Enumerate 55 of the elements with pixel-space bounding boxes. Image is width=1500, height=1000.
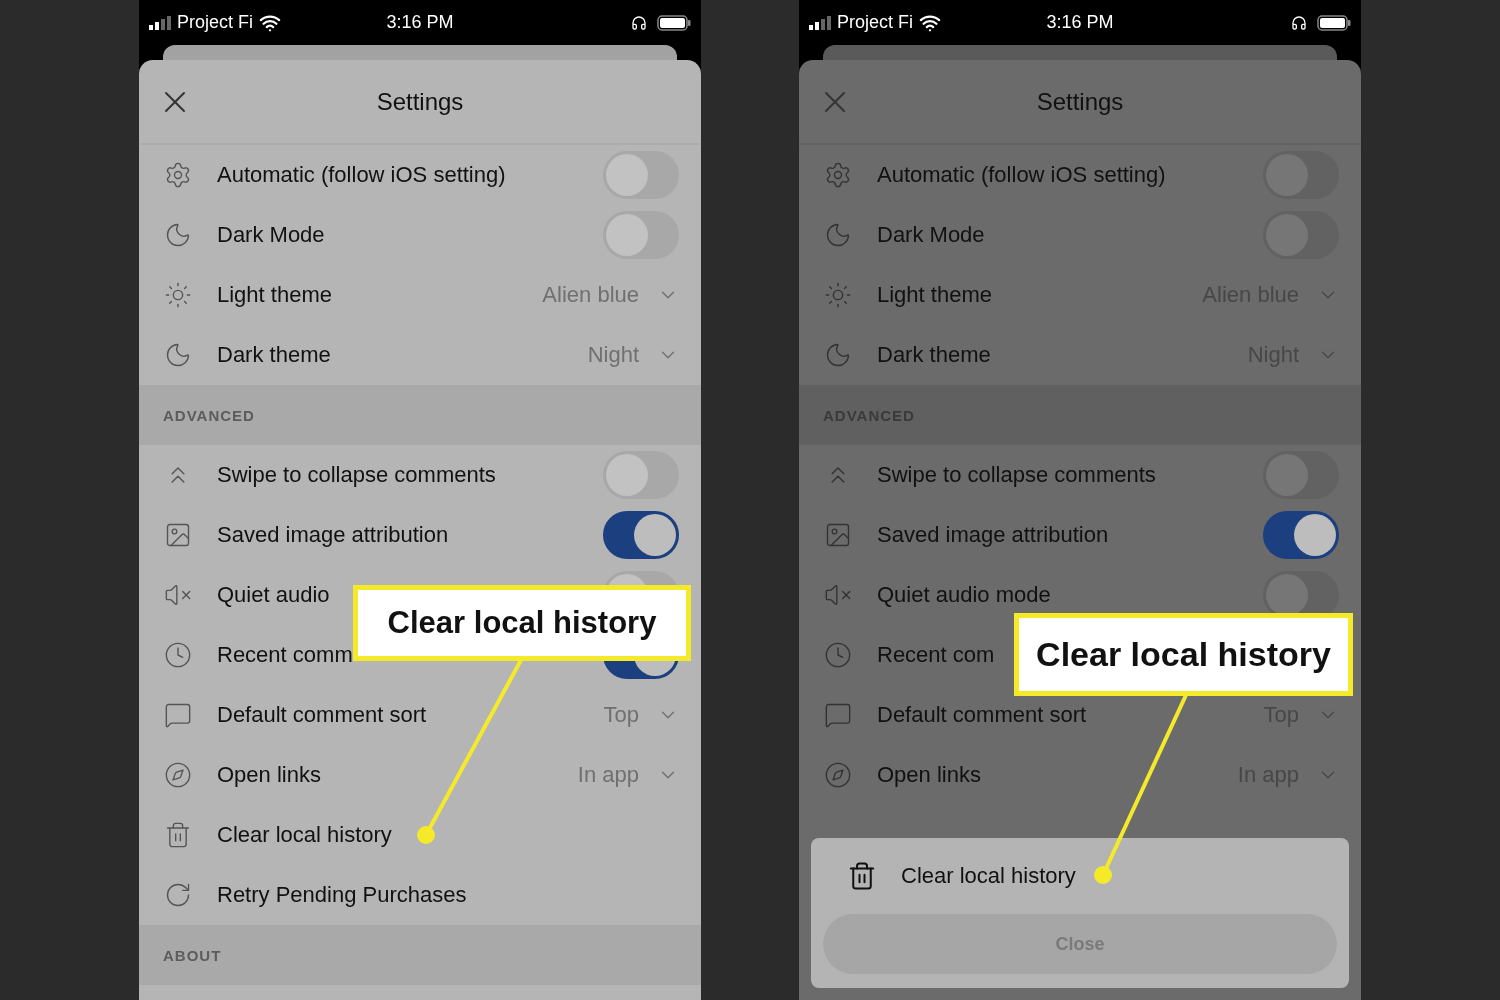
- headphones-icon: [1291, 14, 1307, 31]
- toggle-switch[interactable]: [603, 511, 679, 559]
- setting-label: Light theme: [877, 282, 992, 308]
- toggle-switch[interactable]: [603, 211, 679, 259]
- setting-label: Dark theme: [877, 342, 991, 368]
- clock-icon: [823, 640, 853, 670]
- sheet-title: Settings: [1036, 87, 1124, 116]
- status-time: 3:16 PM: [1046, 12, 1114, 33]
- setting-label: Default comment sort: [877, 702, 1087, 728]
- setting-label: Open links: [217, 762, 321, 788]
- battery-icon: [1317, 14, 1351, 31]
- clock-icon: [163, 640, 193, 670]
- section-header: ADVANCED: [139, 385, 701, 445]
- signal-icon: [809, 15, 831, 30]
- setting-label: Quiet audio: [217, 582, 330, 608]
- section-header: ABOUT: [139, 925, 701, 985]
- carrier-name: Project Fi: [837, 12, 914, 33]
- setting-label: Open links: [877, 762, 981, 788]
- toggle-switch[interactable]: [603, 151, 679, 199]
- sun-icon: [823, 280, 853, 310]
- carrier-name: Project Fi: [177, 12, 254, 33]
- setting-label: Saved image attribution: [217, 522, 449, 548]
- callout-tooltip: Clear local history: [353, 585, 691, 661]
- setting-label: Dark theme: [217, 342, 331, 368]
- dropdown[interactable]: Top: [603, 702, 679, 728]
- setting-label: Saved image attribution: [877, 522, 1109, 548]
- sheet-title: Settings: [376, 87, 464, 116]
- signal-icon: [149, 15, 171, 30]
- setting-label: Swipe to collapse comments: [217, 462, 496, 488]
- compass-icon: [823, 760, 853, 790]
- status-time: 3:16 PM: [386, 12, 454, 33]
- setting-label[interactable]: Recent com: [877, 642, 995, 668]
- setting-label: Dark Mode: [217, 222, 325, 248]
- setting-label: Recent comm: [217, 642, 353, 668]
- toggle-switch[interactable]: [603, 451, 679, 499]
- setting-label: Automatic (follow iOS setting): [217, 162, 506, 188]
- trash-icon: [847, 861, 877, 891]
- setting-label[interactable]: Clear local history: [217, 822, 392, 848]
- callout-tooltip: Clear local history: [1014, 613, 1353, 696]
- setting-label: Swipe to collapse comments: [877, 462, 1156, 488]
- toggle-switch[interactable]: [1263, 511, 1339, 559]
- setting-label: Automatic (follow iOS setting): [877, 162, 1166, 188]
- battery-icon: [657, 14, 691, 31]
- dropdown[interactable]: In app: [577, 762, 679, 788]
- compass-icon: [163, 760, 193, 790]
- dropdown[interactable]: Night: [587, 342, 679, 368]
- setting-label: Default comment sort: [217, 702, 427, 728]
- action-label[interactable]: Clear local history: [901, 863, 1076, 889]
- sun-icon: [163, 280, 193, 310]
- setting-label: Quiet audio mode: [877, 582, 1051, 608]
- headphones-icon: [631, 14, 647, 31]
- dropdown[interactable]: Alien blue: [542, 282, 679, 308]
- setting-label[interactable]: Retry Pending Purchases: [217, 882, 467, 908]
- setting-label: Light theme: [217, 282, 332, 308]
- setting-label: Dark Mode: [877, 222, 985, 248]
